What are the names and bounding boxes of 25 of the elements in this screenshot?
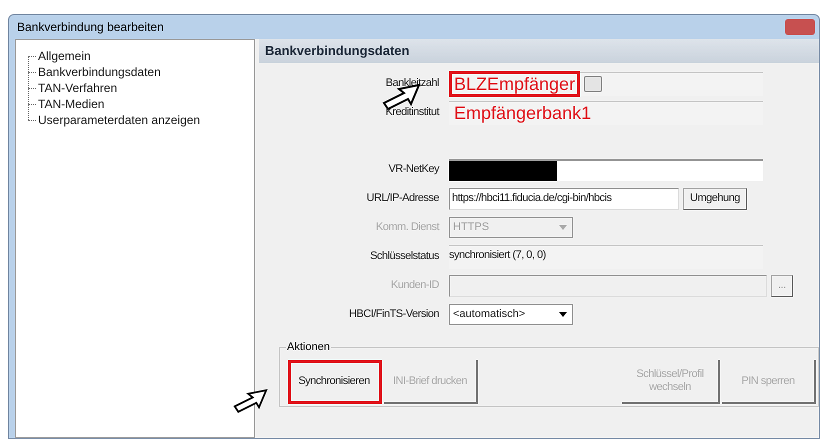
dropdown[interactable]: <automatisch> bbox=[449, 304, 573, 325]
tree-item[interactable]: TAN-Verfahren bbox=[36, 79, 120, 97]
field-label: Komm. Dienst bbox=[374, 220, 440, 236]
input-field[interactable]: https://hbci11.fiducia.de/cgi-bin/hbcis bbox=[449, 188, 679, 210]
caret-icon bbox=[559, 312, 567, 317]
field-label: VR-NetKey bbox=[387, 162, 440, 178]
tree-item[interactable]: Userparameterdaten anzeigen bbox=[36, 111, 202, 129]
field-label: Kunden-ID bbox=[390, 278, 440, 294]
field-label: HBCI/FinTS-Version bbox=[348, 307, 440, 322]
field-label: Schlüsselstatus bbox=[369, 249, 440, 264]
field-label: Bankleitzahl bbox=[384, 76, 440, 92]
input-field[interactable] bbox=[449, 158, 763, 180]
tree-item[interactable]: Bankverbindungsdaten bbox=[36, 63, 163, 81]
panel-title: Bankverbindungsdaten bbox=[265, 42, 410, 60]
tree-item[interactable]: Allgemein bbox=[36, 47, 93, 65]
field-value: Empfängerbank1 bbox=[453, 102, 592, 125]
field-label: URL/IP-Adresse bbox=[366, 191, 440, 206]
window-title: Bankverbindung bearbeiten bbox=[17, 19, 164, 36]
field-label: Kreditinstitut bbox=[384, 105, 440, 120]
action-button[interactable]: Synchronisieren bbox=[288, 360, 382, 404]
field-value: BLZEmpfänger bbox=[449, 71, 580, 97]
caret-icon bbox=[559, 225, 567, 230]
tree-item[interactable]: TAN-Medien bbox=[36, 95, 106, 113]
field-button[interactable]: Umgehung bbox=[683, 188, 747, 210]
lookup-button[interactable] bbox=[584, 76, 602, 92]
